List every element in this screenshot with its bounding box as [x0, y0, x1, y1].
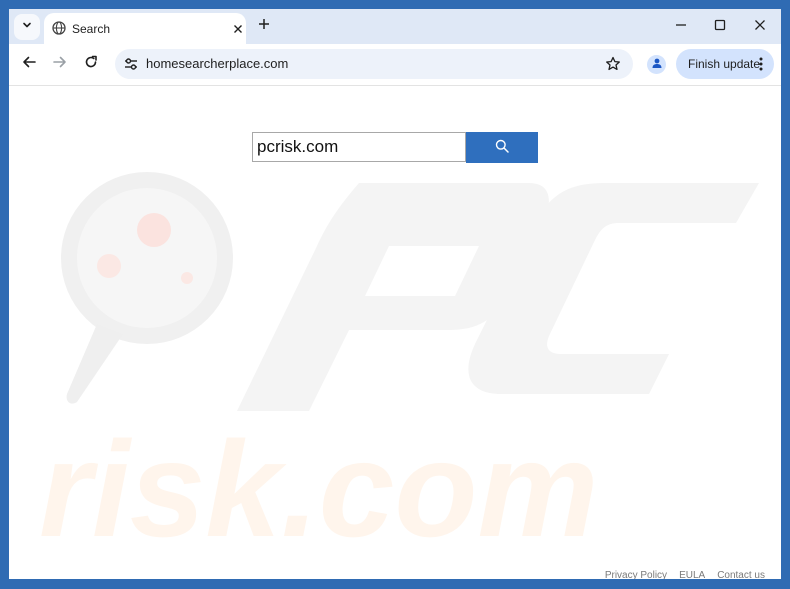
- tab-strip: Search: [9, 9, 781, 44]
- more-vert-icon[interactable]: [754, 56, 768, 72]
- arrow-left-icon: [22, 55, 36, 74]
- search-icon: [495, 139, 509, 156]
- browser-window: Search homesearcherplace.com Finish upda…: [9, 9, 781, 579]
- browser-toolbar: homesearcherplace.com Finish update: [9, 44, 781, 86]
- tune-icon[interactable]: [123, 56, 139, 72]
- search-input[interactable]: [252, 132, 466, 162]
- minimize-icon: [675, 18, 687, 36]
- tab-search[interactable]: Search: [44, 13, 246, 44]
- url-text: homesearcherplace.com: [146, 56, 289, 71]
- reload-icon: [84, 55, 98, 74]
- maximize-icon: [714, 18, 726, 36]
- profile-button[interactable]: [647, 55, 666, 74]
- tab-title: Search: [72, 22, 111, 36]
- contact-us-link[interactable]: Contact us: [717, 570, 765, 579]
- finish-update-button[interactable]: Finish update: [676, 49, 774, 79]
- new-tab-button[interactable]: [256, 18, 272, 34]
- close-icon[interactable]: [230, 21, 246, 37]
- plus-icon: [258, 17, 270, 35]
- tab-search-button[interactable]: [14, 14, 40, 40]
- page-content: risk.com Privacy Policy EULA Contact us: [9, 86, 781, 579]
- maximize-button[interactable]: [712, 19, 728, 35]
- search-button[interactable]: [466, 132, 538, 163]
- eula-link[interactable]: EULA: [679, 570, 705, 579]
- arrow-right-icon: [53, 55, 67, 74]
- chevron-down-icon: [21, 18, 33, 36]
- window-close-button[interactable]: [752, 19, 768, 35]
- star-icon[interactable]: [605, 56, 621, 72]
- finish-update-label: Finish update: [688, 57, 761, 71]
- back-button[interactable]: [20, 55, 38, 73]
- person-icon: [651, 56, 663, 74]
- privacy-policy-link[interactable]: Privacy Policy: [605, 570, 667, 579]
- svg-text:risk.com: risk.com: [39, 413, 598, 565]
- globe-icon: [52, 21, 66, 40]
- minimize-button[interactable]: [673, 19, 689, 35]
- forward-button[interactable]: [51, 55, 69, 73]
- address-bar[interactable]: homesearcherplace.com: [115, 49, 633, 79]
- footer-links: Privacy Policy EULA Contact us: [605, 570, 765, 579]
- close-window-icon: [754, 18, 766, 36]
- reload-button[interactable]: [82, 55, 100, 73]
